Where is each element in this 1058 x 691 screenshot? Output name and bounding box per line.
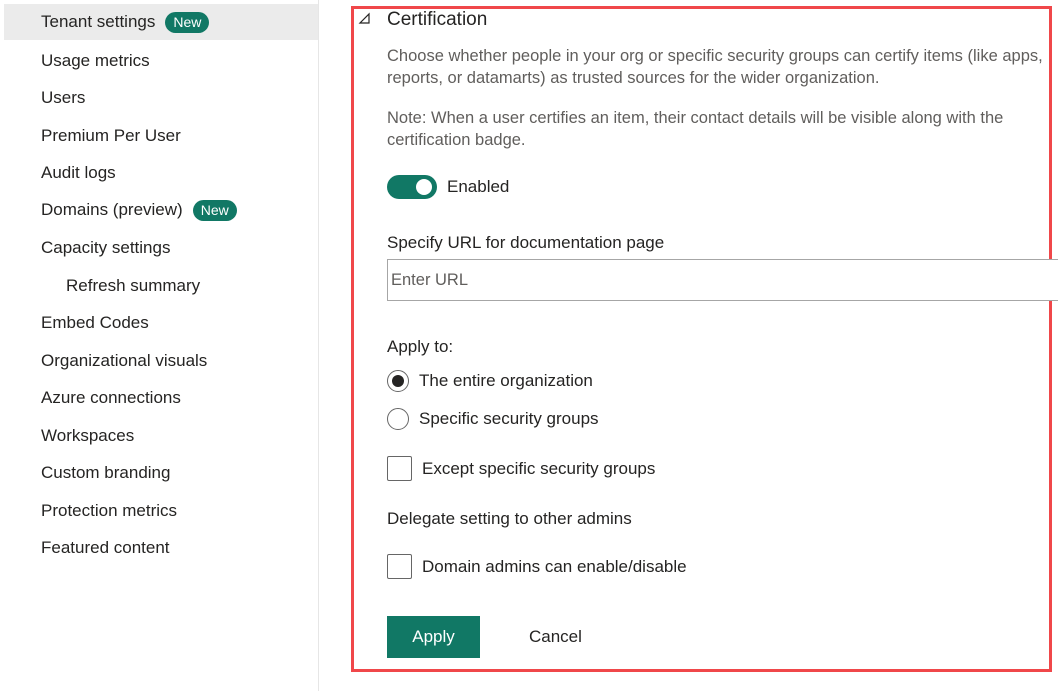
sidebar-item-label: Tenant settings — [41, 12, 156, 31]
checkbox-label: Domain admins can enable/disable — [422, 557, 687, 576]
sidebar-item-label: Azure connections — [41, 388, 181, 407]
apply-button[interactable]: Apply — [387, 616, 480, 658]
cancel-button[interactable]: Cancel — [510, 616, 600, 658]
sidebar-item-premium-per-user[interactable]: Premium Per User — [4, 118, 318, 154]
section-title: Certification — [387, 9, 488, 30]
sidebar-item-label: Protection metrics — [41, 501, 178, 520]
delegate-label: Delegate setting to other admins — [387, 509, 632, 528]
sidebar-item-label: Domains (preview) — [41, 200, 183, 219]
sidebar-item-capacity-settings[interactable]: Capacity settings — [4, 230, 318, 266]
sidebar-item-users[interactable]: Users — [4, 80, 318, 116]
except-groups-checkbox[interactable] — [387, 456, 412, 481]
new-badge: New — [192, 199, 237, 221]
toggle-knob — [416, 179, 432, 195]
sidebar-item-audit-logs[interactable]: Audit logs — [4, 155, 318, 191]
sidebar-item-label: Workspaces — [41, 426, 135, 445]
sidebar-item-azure-connections[interactable]: Azure connections — [4, 380, 318, 416]
checkbox-label: Except specific security groups — [422, 459, 656, 478]
admin-sidebar: Tenant settings New Usage metrics Users … — [0, 0, 319, 691]
radio-label: Specific security groups — [419, 409, 599, 428]
sidebar-item-domains[interactable]: Domains (preview) New — [4, 192, 318, 228]
sidebar-item-workspaces[interactable]: Workspaces — [4, 418, 318, 454]
sidebar-item-label: Custom branding — [41, 463, 171, 482]
section-note: Note: When a user certifies an item, the… — [387, 109, 1004, 149]
sidebar-item-protection-metrics[interactable]: Protection metrics — [4, 493, 318, 529]
documentation-url-input[interactable] — [387, 259, 1058, 301]
section-description: Choose whether people in your org or spe… — [387, 47, 1043, 87]
radio-label: The entire organization — [419, 371, 593, 390]
sidebar-item-custom-branding[interactable]: Custom branding — [4, 455, 318, 491]
sidebar-item-label: Premium Per User — [41, 126, 181, 145]
sidebar-item-label: Featured content — [41, 538, 170, 557]
new-badge: New — [165, 11, 210, 33]
sidebar-item-featured-content[interactable]: Featured content — [4, 530, 318, 566]
sidebar-item-label: Users — [41, 88, 86, 107]
toggle-label: Enabled — [447, 177, 510, 196]
sidebar-item-label: Audit logs — [41, 163, 116, 182]
sidebar-item-label: Capacity settings — [41, 238, 171, 257]
sidebar-item-organizational-visuals[interactable]: Organizational visuals — [4, 343, 318, 379]
sidebar-item-label: Usage metrics — [41, 51, 150, 70]
sidebar-item-label: Organizational visuals — [41, 351, 208, 370]
domain-admins-checkbox[interactable] — [387, 554, 412, 579]
sidebar-item-label: Refresh summary — [66, 276, 201, 295]
sidebar-item-tenant-settings[interactable]: Tenant settings New — [4, 4, 318, 40]
url-field-label: Specify URL for documentation page — [387, 233, 665, 252]
apply-to-label: Apply to: — [387, 337, 454, 356]
sidebar-item-embed-codes[interactable]: Embed Codes — [4, 305, 318, 341]
radio-specific-security-groups[interactable] — [387, 408, 409, 430]
radio-entire-organization[interactable] — [387, 370, 409, 392]
enabled-toggle[interactable] — [387, 175, 437, 199]
sidebar-item-label: Embed Codes — [41, 313, 149, 332]
collapse-triangle-icon[interactable] — [358, 12, 372, 26]
sidebar-item-refresh-summary[interactable]: Refresh summary — [4, 268, 318, 304]
sidebar-item-usage-metrics[interactable]: Usage metrics — [4, 43, 318, 79]
